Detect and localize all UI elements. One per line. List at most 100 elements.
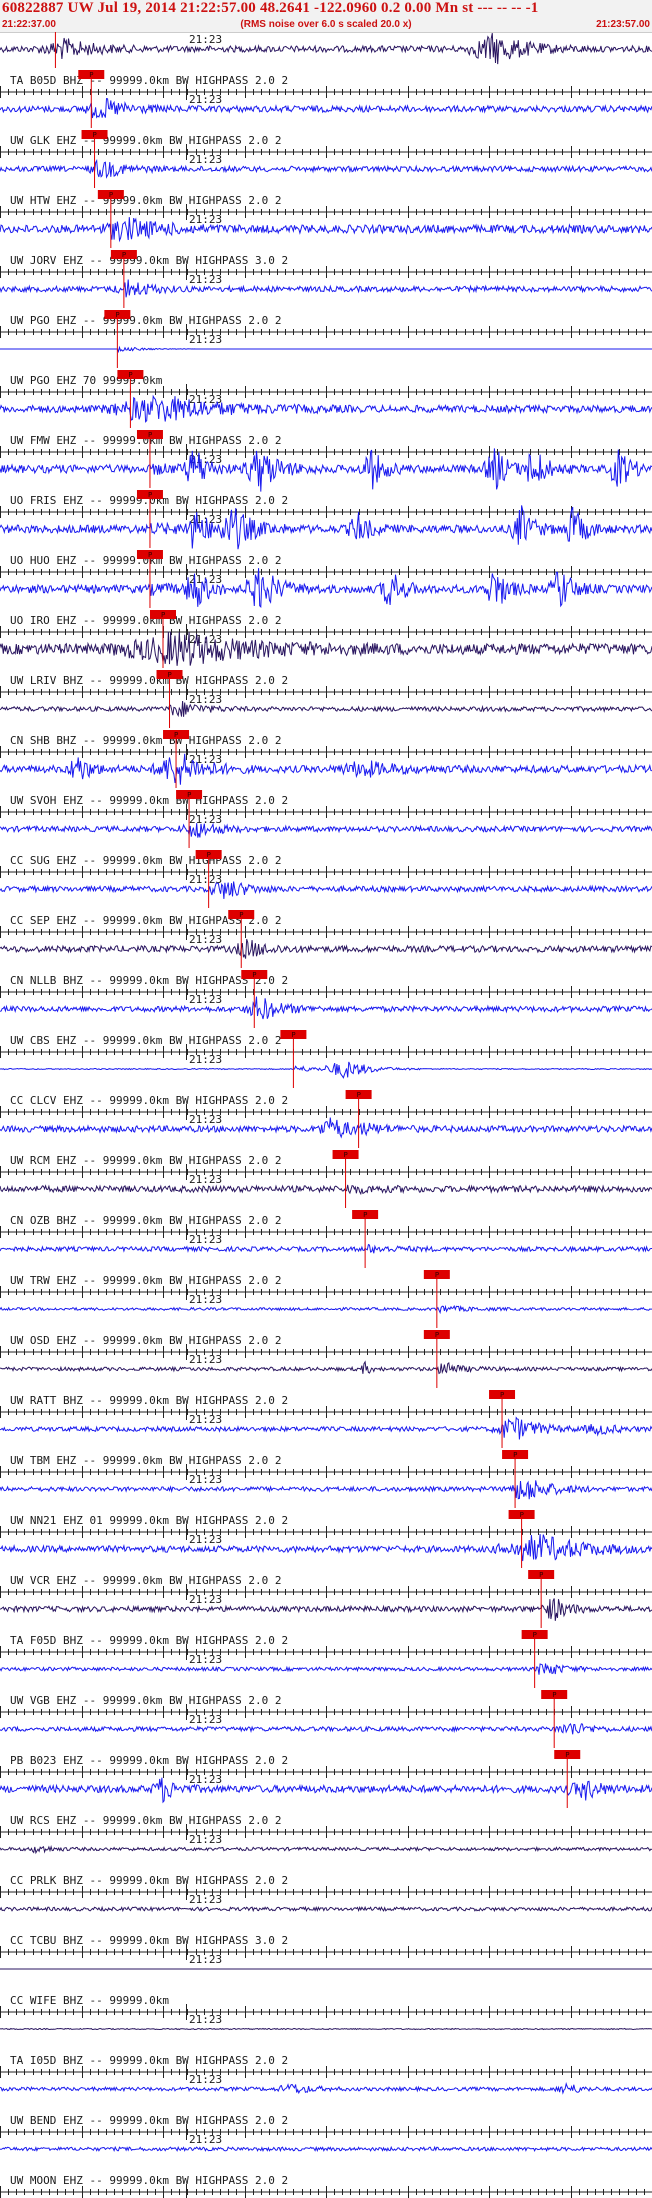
minute-label: 21:23 xyxy=(189,1113,222,1126)
p-pick-label: P xyxy=(89,71,93,79)
waveform-trace xyxy=(0,98,652,119)
minute-label: 21:23 xyxy=(189,1833,222,1846)
waveform-trace xyxy=(0,1304,652,1315)
waveform-trace xyxy=(0,1061,652,1079)
waveform-trace xyxy=(0,2027,652,2031)
p-pick-label: P xyxy=(291,1031,295,1039)
seismogram-plot: 21:23PTA B05D BHZ -- 99999.0km BW HIGHPA… xyxy=(0,32,652,2198)
waveform-trace xyxy=(0,394,652,423)
waveform-trace xyxy=(0,33,652,65)
channel-label: UW RCM EHZ -- 99999.0km BW HIGHPASS 2.0 … xyxy=(10,1154,282,1167)
minute-label: 21:23 xyxy=(189,1233,222,1246)
waveform-trace xyxy=(0,1905,652,1913)
waveform-trace xyxy=(0,217,652,243)
minute-label: 21:23 xyxy=(189,1773,222,1786)
p-pick-label: P xyxy=(148,491,152,499)
waveform-trace xyxy=(0,1360,652,1375)
channel-label: UW SVOH EHZ -- 99999.0km BW HIGHPASS 2.0… xyxy=(10,794,288,807)
channel-label: CC SUG EHZ -- 99999.0km BW HIGHPASS 2.0 … xyxy=(10,854,282,867)
minute-label: 21:23 xyxy=(189,1953,222,1966)
p-pick-label: P xyxy=(187,791,191,799)
waveform-trace xyxy=(0,1598,652,1621)
waveform-trace xyxy=(0,1243,652,1254)
minute-label: 21:23 xyxy=(189,213,222,226)
minute-label: 21:23 xyxy=(189,1473,222,1486)
p-pick-label: P xyxy=(161,611,165,619)
channel-label: CC WIFE BHZ -- 99999.0km xyxy=(10,1994,169,2007)
minute-label: 21:23 xyxy=(189,273,222,286)
p-pick-label: P xyxy=(93,131,97,139)
waveform-trace xyxy=(0,753,652,785)
waveform-trace xyxy=(0,881,652,899)
channel-label: TA I05D BHZ -- 99999.0km BW HIGHPASS 2.0… xyxy=(10,2054,288,2067)
channel-label: UW JORV EHZ -- 99999.0km BW HIGHPASS 3.0… xyxy=(10,254,288,267)
minute-label: 21:23 xyxy=(189,993,222,1006)
minute-label: 21:23 xyxy=(189,93,222,106)
minute-label: 21:23 xyxy=(189,1413,222,1426)
p-pick-label: P xyxy=(533,1631,537,1639)
minute-label: 21:23 xyxy=(189,813,222,826)
minute-label: 21:23 xyxy=(189,33,222,46)
waveform-trace xyxy=(0,1416,652,1440)
channel-label: PB B023 EHZ -- 99999.0km BW HIGHPASS 2.0… xyxy=(10,1754,288,1767)
channel-label: UW NN21 EHZ 01 99999.0km BW HIGHPASS 2.0… xyxy=(10,1514,288,1527)
p-pick-label: P xyxy=(174,731,178,739)
rms-noise-note: (RMS noise over 6.0 s scaled 20.0 x) xyxy=(240,19,412,30)
p-pick-label: P xyxy=(357,1091,361,1099)
minute-label: 21:23 xyxy=(189,153,222,166)
p-pick-label: P xyxy=(109,191,113,199)
p-pick-label: P xyxy=(435,1271,439,1279)
p-pick-label: P xyxy=(168,671,172,679)
waveform-trace xyxy=(0,279,652,298)
minute-label: 21:23 xyxy=(189,1713,222,1726)
p-pick-label: P xyxy=(128,371,132,379)
channel-label: UW BEND EHZ -- 99999.0km BW HIGHPASS 2.0… xyxy=(10,2114,288,2127)
minute-label: 21:23 xyxy=(189,693,222,706)
p-pick-label: P xyxy=(552,1691,556,1699)
p-pick-label: P xyxy=(148,551,152,559)
minute-label: 21:23 xyxy=(189,2073,222,2086)
p-pick-label: P xyxy=(539,1571,543,1579)
channel-label: UO IRO EHZ -- 99999.0km BW HIGHPASS 2.0 … xyxy=(10,614,282,627)
minute-label: 21:23 xyxy=(189,1053,222,1066)
channel-label: UW TBM EHZ -- 99999.0km BW HIGHPASS 2.0 … xyxy=(10,1454,282,1467)
p-pick-label: P xyxy=(115,311,119,319)
p-pick-label: P xyxy=(148,431,152,439)
waveform-trace xyxy=(0,1184,652,1196)
waveform-trace xyxy=(0,2082,652,2095)
p-pick-label: P xyxy=(344,1151,348,1159)
channel-label: UW MOON EHZ -- 99999.0km BW HIGHPASS 2.0… xyxy=(10,2174,288,2187)
channel-label: UW PGO EHZ -- 99999.0km BW HIGHPASS 2.0 … xyxy=(10,314,282,327)
p-pick-label: P xyxy=(520,1511,524,1519)
waveform-trace xyxy=(0,996,652,1020)
channel-label: UW RATT BHZ -- 99999.0km BW HIGHPASS 2.0… xyxy=(10,1394,288,1407)
waveform-trace xyxy=(0,1117,652,1139)
p-pick-label: P xyxy=(239,911,243,919)
channel-label: TA B05D BHZ -- 99999.0km BW HIGHPASS 2.0… xyxy=(10,74,288,87)
waveform-trace xyxy=(0,700,652,718)
waveform-trace xyxy=(0,1777,652,1804)
p-pick-label: P xyxy=(500,1391,504,1399)
p-pick-label: P xyxy=(207,851,211,859)
channel-label: UW CBS EHZ -- 99999.0km BW HIGHPASS 2.0 … xyxy=(10,1034,282,1047)
p-pick-label: P xyxy=(122,251,126,259)
channel-label: TA F05D BHZ -- 99999.0km BW HIGHPASS 2.0… xyxy=(10,1634,288,1647)
channel-label: UW VCR EHZ -- 99999.0km BW HIGHPASS 2.0 … xyxy=(10,1574,282,1587)
waveform-trace xyxy=(0,159,652,179)
p-pick-label: P xyxy=(363,1211,367,1219)
waveform-trace xyxy=(0,1845,652,1855)
minute-label: 21:23 xyxy=(189,1293,222,1306)
minute-label: 21:23 xyxy=(189,1173,222,1186)
channel-label: CC TCBU BHZ -- 99999.0km BW HIGHPASS 3.0… xyxy=(10,1934,288,1947)
channel-label: UW RCS EHZ -- 99999.0km BW HIGHPASS 2.0 … xyxy=(10,1814,282,1827)
waveform-trace xyxy=(0,939,652,959)
waveform-trace xyxy=(0,2145,652,2153)
channel-label: UW OSD EHZ -- 99999.0km BW HIGHPASS 2.0 … xyxy=(10,1334,282,1347)
minute-label: 21:23 xyxy=(189,1893,222,1906)
channel-label: CN OZB BHZ -- 99999.0km BW HIGHPASS 2.0 … xyxy=(10,1214,282,1227)
p-pick-label: P xyxy=(252,971,256,979)
event-title: 60822887 UW Jul 19, 2014 21:22:57.00 48.… xyxy=(2,0,539,16)
waveform-trace xyxy=(0,1480,652,1500)
channel-label: UW GLK EHZ -- 99999.0km BW HIGHPASS 2.0 … xyxy=(10,134,282,147)
window-end-time: 21:23:57.00 xyxy=(596,19,650,30)
